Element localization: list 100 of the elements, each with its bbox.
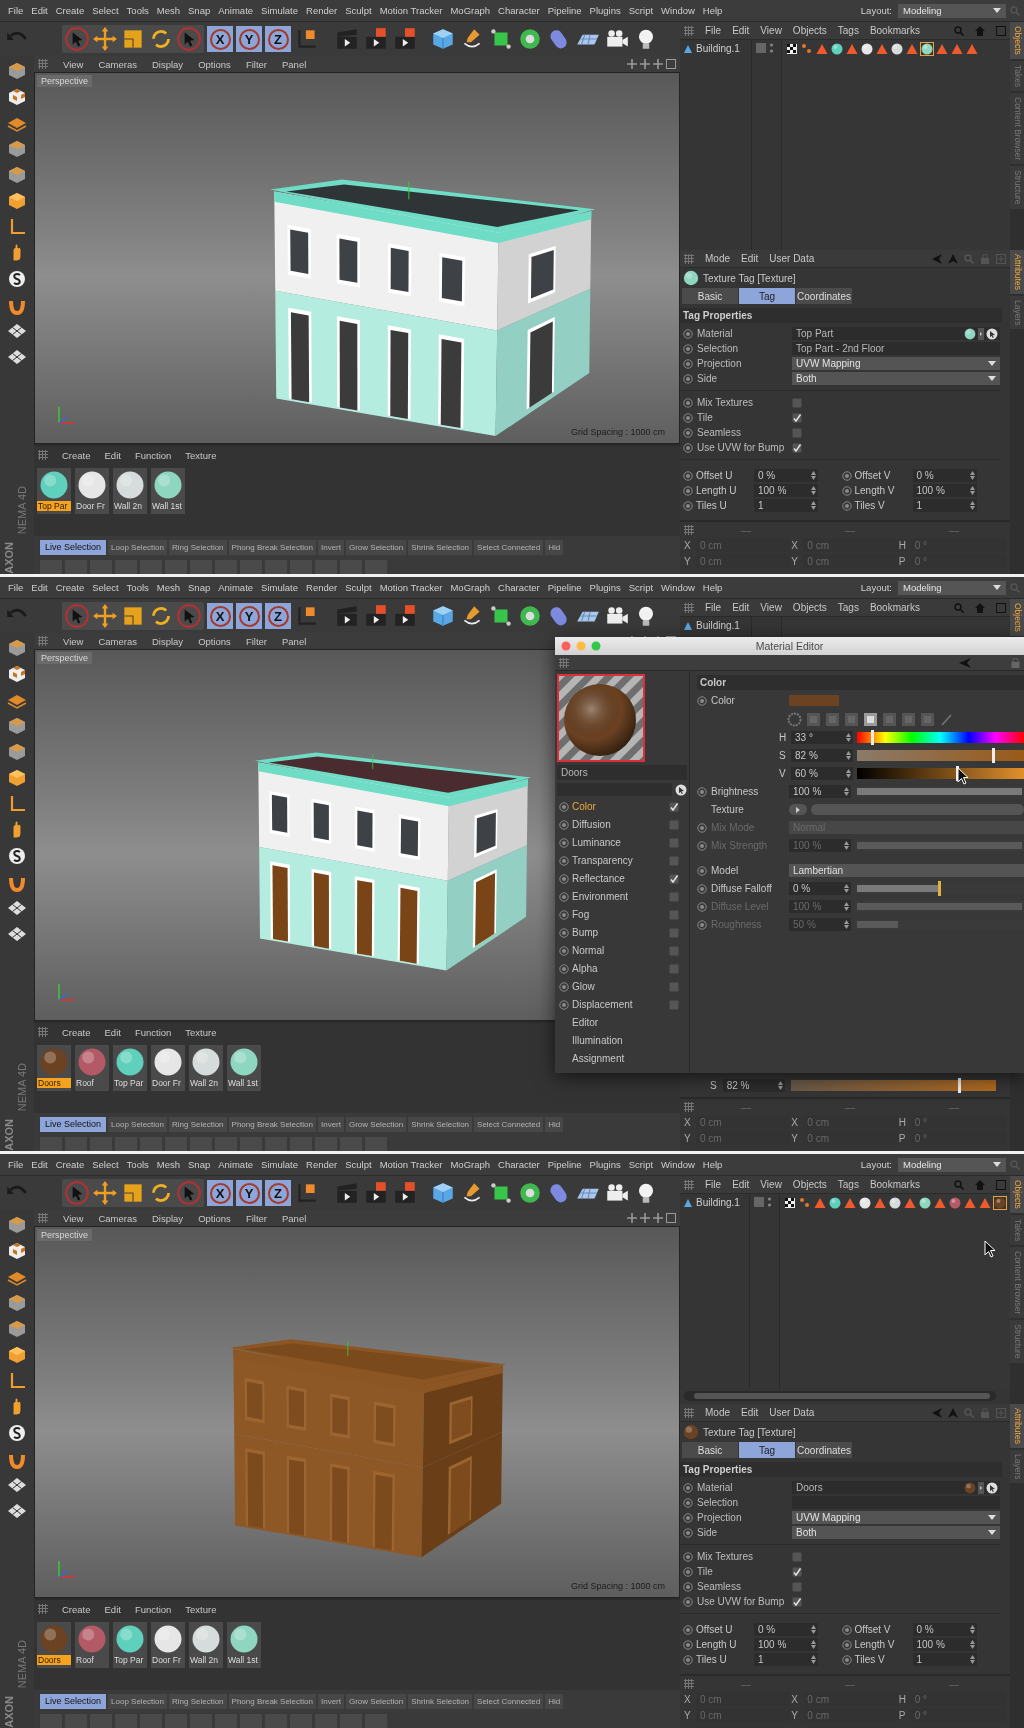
layout-dropdown[interactable]: Modeling xyxy=(898,3,1006,18)
menu-item[interactable]: Help xyxy=(698,5,727,16)
keyframe-circle-icon[interactable] xyxy=(841,485,852,496)
axis-button[interactable]: Z xyxy=(265,603,291,629)
menu-item[interactable]: Function xyxy=(134,449,172,461)
keyframe-circle-icon[interactable] xyxy=(683,328,693,339)
material-item[interactable]: Roof xyxy=(75,1045,109,1091)
menu-item[interactable]: Pipeline xyxy=(543,5,586,16)
menu-item[interactable]: Function xyxy=(134,1603,172,1615)
number-field[interactable]: 100 % xyxy=(912,484,977,497)
menu-item[interactable]: Motion Tracker xyxy=(375,1159,447,1170)
slider-thumb[interactable] xyxy=(955,766,959,781)
cube-icon[interactable] xyxy=(430,1180,456,1206)
mode-button[interactable]: Select Connected xyxy=(474,1116,544,1132)
spinner-icon[interactable] xyxy=(777,1081,783,1090)
keyframe-circle-icon[interactable] xyxy=(559,837,569,848)
menu-item[interactable]: Sculpt xyxy=(341,1159,376,1170)
menu-item[interactable]: Objects xyxy=(792,1179,827,1190)
menu-item[interactable]: Mode xyxy=(705,253,730,264)
sphere-tag-icon[interactable] xyxy=(920,42,934,56)
keyframe-circle-icon[interactable] xyxy=(683,358,693,369)
sphere-tag-icon[interactable] xyxy=(890,42,904,56)
number-field[interactable]: 1 xyxy=(912,499,977,512)
checkbox[interactable] xyxy=(669,837,679,848)
number-field[interactable]: 0 % xyxy=(754,469,818,482)
menu-item[interactable]: Filter xyxy=(245,1212,267,1224)
triangle-tag-icon[interactable] xyxy=(845,42,859,56)
pointer-icon[interactable] xyxy=(64,26,90,52)
clapperboard-icon[interactable] xyxy=(363,26,389,52)
number-field[interactable]: 100 % xyxy=(789,785,851,798)
number-field[interactable]: 1 xyxy=(754,1653,818,1666)
menu-item[interactable]: Plugins xyxy=(585,5,625,16)
material-item[interactable]: Top Par xyxy=(113,1045,147,1091)
spinner-icon[interactable] xyxy=(811,1640,816,1649)
grip-icon[interactable] xyxy=(684,253,694,264)
menu-item[interactable]: Options xyxy=(198,635,231,647)
sphere-tag-icon[interactable] xyxy=(888,1196,902,1210)
keyframe-circle-icon[interactable] xyxy=(559,981,569,992)
checkbox[interactable] xyxy=(792,427,802,438)
number-field[interactable]: 0 % xyxy=(912,1623,977,1636)
mode-button[interactable]: Grow Selection xyxy=(346,1116,407,1132)
material-link-field[interactable]: Top Part xyxy=(792,327,1000,340)
keyframe-circle-icon[interactable] xyxy=(683,1624,693,1635)
keyframe-circle-icon[interactable] xyxy=(697,901,707,912)
channel-item[interactable]: Alpha xyxy=(557,961,687,976)
mode-button[interactable]: Select Connected xyxy=(474,1693,544,1709)
axis-button[interactable]: Y xyxy=(236,1180,262,1206)
spinner-icon[interactable] xyxy=(844,920,849,929)
menu-item[interactable]: Edit xyxy=(104,449,121,461)
spinner-icon[interactable] xyxy=(969,486,975,495)
checkbox[interactable] xyxy=(792,412,802,423)
menu-item[interactable]: Snap xyxy=(184,1159,215,1170)
name-field[interactable]: Doors xyxy=(557,765,687,780)
clapperboard-icon[interactable] xyxy=(334,1180,360,1206)
hsv-mode-icon[interactable] xyxy=(863,711,878,727)
menu-item[interactable]: Help xyxy=(698,1159,727,1170)
triangle-tag-icon[interactable] xyxy=(815,42,829,56)
scrollbar[interactable] xyxy=(684,1391,996,1401)
channel-item[interactable]: Displacement xyxy=(557,997,687,1012)
keyframe-circle-icon[interactable] xyxy=(683,1596,693,1607)
move-icon[interactable] xyxy=(92,1180,118,1206)
mode-button[interactable]: Shrink Selection xyxy=(408,1116,473,1132)
side-tab[interactable]: Attributes xyxy=(1010,1404,1024,1448)
points-tag-icon[interactable] xyxy=(798,1196,812,1210)
maximize-icon[interactable] xyxy=(666,1213,676,1223)
channel-item[interactable]: Fog xyxy=(557,907,687,922)
keyframe-circle-icon[interactable] xyxy=(683,1497,693,1508)
menu-item[interactable]: Tools xyxy=(122,582,153,593)
spinner-icon[interactable] xyxy=(846,733,851,742)
menu-item[interactable]: Create xyxy=(62,1603,91,1615)
menu-item[interactable]: Create xyxy=(51,1159,89,1170)
spinner-icon[interactable] xyxy=(811,1625,816,1634)
spinner-icon[interactable] xyxy=(844,841,849,850)
keyframe-circle-icon[interactable] xyxy=(697,822,707,833)
cube-icon[interactable] xyxy=(430,603,456,629)
material-item[interactable]: Door Fr xyxy=(151,1622,185,1668)
flower-icon[interactable] xyxy=(517,26,543,52)
generator-cube-icon[interactable] xyxy=(488,603,514,629)
menu-item[interactable]: Snap xyxy=(184,582,215,593)
dots-icon[interactable] xyxy=(769,43,774,53)
keyframe-circle-icon[interactable] xyxy=(683,1581,693,1592)
clapperboard-icon[interactable] xyxy=(334,26,360,52)
menu-item[interactable]: Pipeline xyxy=(543,582,586,593)
layout-dropdown[interactable]: Modeling xyxy=(898,1157,1006,1172)
clapperboard-icon[interactable] xyxy=(334,603,360,629)
menu-item[interactable]: Render xyxy=(302,1159,342,1170)
keyframe-circle-icon[interactable] xyxy=(683,373,693,384)
checkbox[interactable] xyxy=(669,801,679,812)
points-tag-icon[interactable] xyxy=(800,42,814,56)
material-item[interactable]: Doors xyxy=(37,1045,71,1091)
number-field[interactable]: 33 ° xyxy=(791,731,853,744)
checkbox[interactable] xyxy=(669,999,679,1010)
menu-item[interactable]: File xyxy=(705,25,722,36)
menu-item[interactable]: View xyxy=(63,58,84,70)
checkbox[interactable] xyxy=(669,945,679,956)
mode-button[interactable]: Grow Selection xyxy=(346,1693,407,1709)
material-item[interactable]: Wall 2n xyxy=(113,468,147,514)
grip-icon[interactable] xyxy=(684,25,694,36)
checker-tag-icon[interactable] xyxy=(783,1196,797,1210)
material-item[interactable]: Roof xyxy=(75,1622,109,1668)
